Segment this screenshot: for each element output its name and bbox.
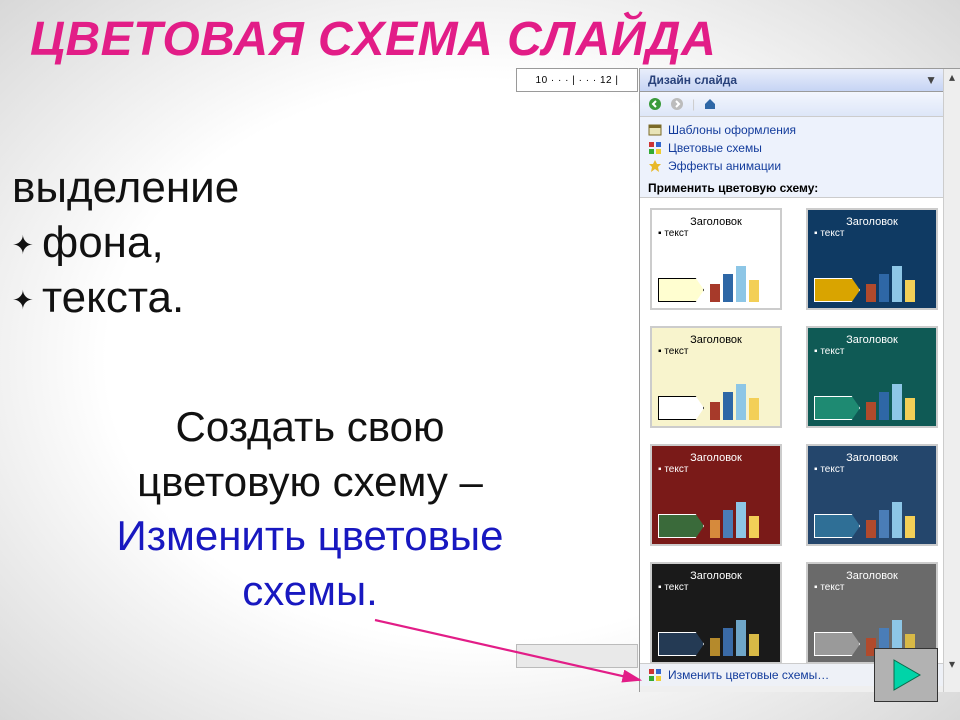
scheme-bullet: текст [658, 582, 774, 593]
scheme-art [658, 262, 774, 302]
bar-chart-icon [710, 498, 759, 538]
scheme-thumbnail[interactable]: Заголовоктекст [806, 208, 938, 310]
pentagon-icon [658, 278, 704, 302]
pentagon-icon [814, 278, 860, 302]
pentagon-icon [658, 396, 704, 420]
link-label: Цветовые схемы [668, 141, 762, 155]
task-pane-design: Дизайн слайда ▼ × | Шаблоны оформления Ц… [639, 68, 960, 692]
pentagon-icon [658, 632, 704, 656]
play-icon [888, 657, 924, 693]
scheme-thumbnail[interactable]: Заголовоктекст [806, 444, 938, 546]
slide-title: ЦВЕТОВАЯ СХЕМА СЛАЙДА [30, 12, 716, 67]
slide-text-block: выделение фона, текста. [12, 160, 239, 325]
task-pane-links: Шаблоны оформления Цветовые схемы Эффект… [640, 117, 960, 198]
task-pane-header[interactable]: Дизайн слайда ▼ × [640, 69, 960, 92]
scheme-thumbnail[interactable]: Заголовоктекст [650, 326, 782, 428]
scheme-title: Заголовок [658, 216, 774, 228]
scheme-title: Заголовок [658, 452, 774, 464]
scheme-title: Заголовок [658, 334, 774, 346]
scheme-title: Заголовок [814, 216, 930, 228]
scheme-art [814, 498, 930, 538]
scheme-grid: ЗаголовоктекстЗаголовоктекстЗаголовоктек… [640, 198, 960, 664]
scheme-bullet: текст [658, 346, 774, 357]
link-animation[interactable]: Эффекты анимации [648, 157, 952, 175]
apply-scheme-heading: Применить цветовую схему: [648, 181, 952, 195]
bar-chart-icon [710, 380, 759, 420]
scheme-title: Заголовок [814, 452, 930, 464]
scrollbar-stub [516, 644, 638, 668]
dropdown-icon[interactable]: ▼ [925, 73, 937, 87]
pentagon-icon [814, 632, 860, 656]
pentagon-icon [814, 514, 860, 538]
slide-paragraph: Создать свою цветовую схему – Изменить ц… [60, 400, 560, 618]
edit-schemes-label: Изменить цветовые [117, 512, 504, 559]
lead-text: выделение [12, 160, 239, 215]
task-pane-title: Дизайн слайда [648, 73, 737, 87]
ruler-stub: 10 · · · | · · · 12 | [516, 68, 638, 92]
home-icon[interactable] [703, 97, 717, 111]
pentagon-icon [814, 396, 860, 420]
scheme-scrollbar[interactable]: ▴ ▾ [943, 69, 960, 692]
scheme-art [658, 616, 774, 656]
pentagon-icon [658, 514, 704, 538]
scheme-bullet: текст [814, 582, 930, 593]
forward-icon[interactable] [670, 97, 684, 111]
scheme-art [814, 262, 930, 302]
scheme-thumbnail[interactable]: Заголовоктекст [650, 562, 782, 664]
scheme-art [658, 498, 774, 538]
bar-chart-icon [866, 380, 915, 420]
edit-schemes-label: схемы. [242, 567, 378, 614]
bullet-item: фона, [12, 215, 239, 270]
scroll-down-icon[interactable]: ▾ [946, 658, 958, 670]
next-slide-button[interactable] [874, 648, 938, 702]
bar-chart-icon [710, 616, 759, 656]
scheme-title: Заголовок [658, 570, 774, 582]
bar-chart-icon [710, 262, 759, 302]
back-icon[interactable] [648, 97, 662, 111]
edit-icon [648, 668, 662, 682]
scheme-bullet: текст [658, 228, 774, 239]
para-line: цветовую схему – [137, 458, 483, 505]
scheme-bullet: текст [658, 464, 774, 475]
scheme-title: Заголовок [814, 570, 930, 582]
scroll-up-icon[interactable]: ▴ [946, 71, 958, 83]
link-color-schemes[interactable]: Цветовые схемы [648, 139, 952, 157]
footer-link-label: Изменить цветовые схемы… [668, 668, 829, 682]
schemes-icon [648, 141, 662, 155]
scheme-title: Заголовок [814, 334, 930, 346]
para-line: Создать свою [176, 403, 445, 450]
scheme-bullet: текст [814, 464, 930, 475]
bar-chart-icon [866, 498, 915, 538]
scheme-thumbnail[interactable]: Заголовоктекст [650, 444, 782, 546]
templates-icon [648, 123, 662, 137]
scheme-bullet: текст [814, 346, 930, 357]
scheme-thumbnail[interactable]: Заголовоктекст [650, 208, 782, 310]
bullet-item: текста. [12, 270, 239, 325]
link-label: Шаблоны оформления [668, 123, 796, 137]
bar-chart-icon [866, 262, 915, 302]
link-label: Эффекты анимации [668, 159, 781, 173]
scheme-thumbnail[interactable]: Заголовоктекст [806, 326, 938, 428]
scheme-art [658, 380, 774, 420]
scheme-art [814, 380, 930, 420]
link-templates[interactable]: Шаблоны оформления [648, 121, 952, 139]
scheme-bullet: текст [814, 228, 930, 239]
animation-icon [648, 159, 662, 173]
task-pane-toolbar: | [640, 92, 960, 117]
